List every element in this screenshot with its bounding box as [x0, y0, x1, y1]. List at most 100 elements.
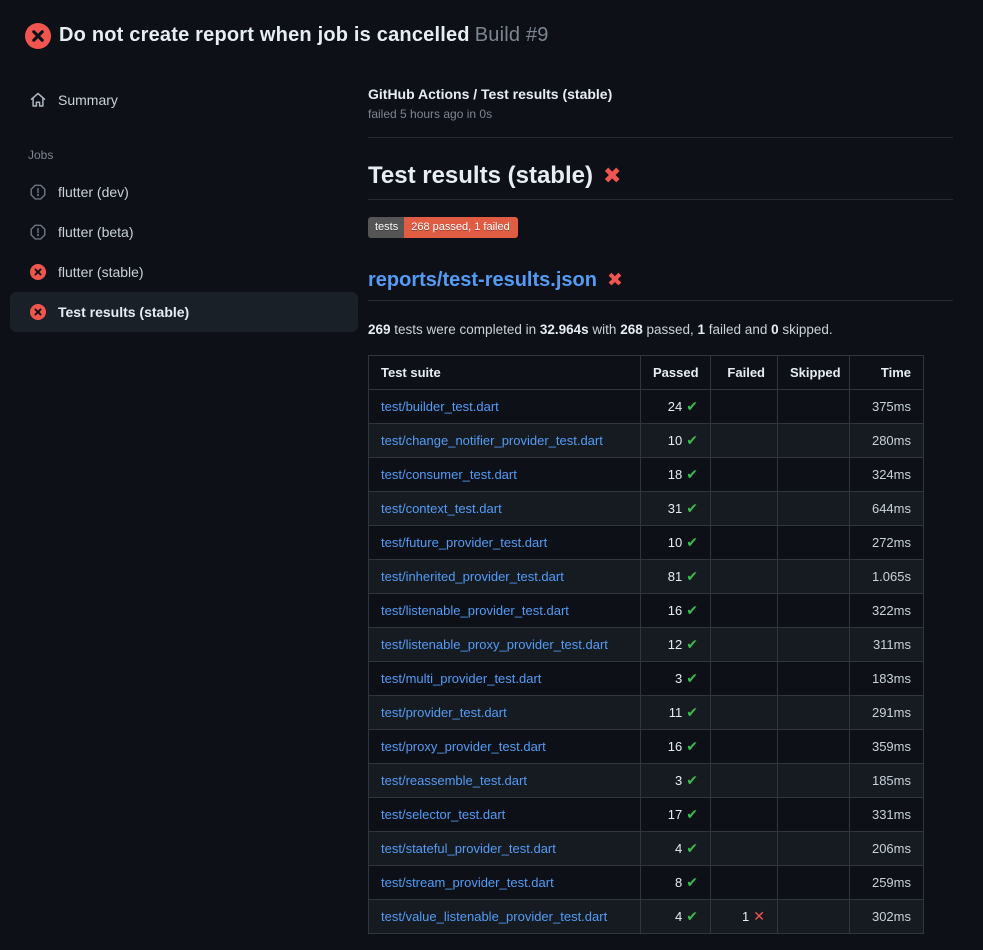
skipped-cell	[778, 866, 850, 900]
check-icon: ✔	[686, 602, 698, 618]
test-results-table: Test suite Passed Failed Skipped Time te…	[368, 355, 924, 934]
suite-link[interactable]: test/consumer_test.dart	[381, 467, 517, 482]
passed-cell: 17✔	[641, 798, 711, 832]
passed-cell: 3✔	[641, 764, 711, 798]
passed-cell: 4✔	[641, 900, 711, 934]
suite-cell: test/builder_test.dart	[369, 390, 641, 424]
failed-count: 1	[698, 322, 706, 337]
sidebar-item-flutter-dev[interactable]: flutter (dev)	[10, 172, 358, 212]
check-icon: ✔	[686, 568, 698, 584]
check-icon: ✔	[686, 704, 698, 720]
suite-link[interactable]: test/change_notifier_provider_test.dart	[381, 433, 603, 448]
sidebar-item-test-results-stable[interactable]: Test results (stable)	[10, 292, 358, 332]
tests-badge[interactable]: tests 268 passed, 1 failed	[368, 217, 518, 238]
time-cell: 331ms	[850, 798, 924, 832]
failed-cell	[711, 832, 778, 866]
suite-link[interactable]: test/multi_provider_test.dart	[381, 671, 541, 686]
sidebar-item-flutter-stable[interactable]: flutter (stable)	[10, 252, 358, 292]
passed-cell: 24✔	[641, 390, 711, 424]
sidebar-item-label: Test results (stable)	[58, 304, 189, 320]
table-row: test/provider_test.dart 11✔ 291ms	[369, 696, 924, 730]
table-row: test/inherited_provider_test.dart 81✔ 1.06…	[369, 560, 924, 594]
badge-value: 268 passed, 1 failed	[404, 217, 517, 238]
passed-cell: 16✔	[641, 730, 711, 764]
table-row: test/reassemble_test.dart 3✔ 185ms	[369, 764, 924, 798]
stop-octagon-icon	[30, 224, 46, 240]
passed-cell: 11✔	[641, 696, 711, 730]
suite-cell: test/selector_test.dart	[369, 798, 641, 832]
suite-link[interactable]: test/listenable_provider_test.dart	[381, 603, 569, 618]
time-cell: 206ms	[850, 832, 924, 866]
sidebar-item-label: Summary	[58, 92, 118, 108]
passed-cell: 81✔	[641, 560, 711, 594]
passed-cell: 10✔	[641, 424, 711, 458]
failed-cell	[711, 730, 778, 764]
passed-cell: 4✔	[641, 832, 711, 866]
suite-link[interactable]: test/builder_test.dart	[381, 399, 499, 414]
table-row: test/value_listenable_provider_test.dart…	[369, 900, 924, 934]
suite-link[interactable]: test/future_provider_test.dart	[381, 535, 547, 550]
check-icon: ✔	[686, 636, 698, 652]
job-breadcrumb: GitHub Actions / Test results (stable)	[368, 86, 953, 102]
suite-cell: test/stream_provider_test.dart	[369, 866, 641, 900]
failed-cell	[711, 560, 778, 594]
time-cell: 291ms	[850, 696, 924, 730]
suite-link[interactable]: test/context_test.dart	[381, 501, 502, 516]
x-circle-icon	[30, 304, 46, 320]
suite-link[interactable]: test/listenable_proxy_provider_test.dart	[381, 637, 608, 652]
suite-cell: test/listenable_proxy_provider_test.dart	[369, 628, 641, 662]
suite-cell: test/future_provider_test.dart	[369, 526, 641, 560]
failed-cell	[711, 492, 778, 526]
passed-cell: 8✔	[641, 866, 711, 900]
col-header-skipped: Skipped	[778, 356, 850, 390]
table-row: test/context_test.dart31✔644ms	[369, 492, 924, 526]
skipped-cell	[778, 832, 850, 866]
passed-count: 268	[620, 322, 643, 337]
suite-cell: test/stateful_provider_test.dart	[369, 832, 641, 866]
time-cell: 322ms	[850, 594, 924, 628]
x-circle-icon	[25, 23, 51, 49]
time-cell: 280ms	[850, 424, 924, 458]
passed-cell: 18✔	[641, 458, 711, 492]
failed-cell	[711, 764, 778, 798]
report-link[interactable]: reports/test-results.json	[368, 269, 597, 292]
sidebar-item-summary[interactable]: Summary	[10, 80, 358, 120]
sidebar-item-label: flutter (dev)	[58, 184, 129, 200]
suite-cell: test/multi_provider_test.dart	[369, 662, 641, 696]
suite-link[interactable]: test/inherited_provider_test.dart	[381, 569, 564, 584]
suite-link[interactable]: test/reassemble_test.dart	[381, 773, 527, 788]
time-cell: 183ms	[850, 662, 924, 696]
suite-cell: test/proxy_provider_test.dart	[369, 730, 641, 764]
suite-link[interactable]: test/stream_provider_test.dart	[381, 875, 554, 890]
sidebar-item-flutter-beta[interactable]: flutter (beta)	[10, 212, 358, 252]
table-row: test/stream_provider_test.dart 8✔ 259ms	[369, 866, 924, 900]
skipped-cell	[778, 798, 850, 832]
check-icon: ✔	[686, 670, 698, 686]
check-icon: ✔	[686, 874, 698, 890]
suite-link[interactable]: test/value_listenable_provider_test.dart	[381, 909, 607, 924]
col-header-test-suite: Test suite	[369, 356, 641, 390]
suite-link[interactable]: test/selector_test.dart	[381, 807, 505, 822]
page-header: Do not create report when job is cancell…	[0, 0, 983, 56]
table-row: test/builder_test.dart24✔375ms	[369, 390, 924, 424]
suite-link[interactable]: test/provider_test.dart	[381, 705, 507, 720]
suite-link[interactable]: test/proxy_provider_test.dart	[381, 739, 546, 754]
suite-link[interactable]: test/stateful_provider_test.dart	[381, 841, 556, 856]
suite-cell: test/reassemble_test.dart	[369, 764, 641, 798]
time-cell: 324ms	[850, 458, 924, 492]
time-cell: 185ms	[850, 764, 924, 798]
time-cell: 1.065s	[850, 560, 924, 594]
check-icon: ✔	[686, 840, 698, 856]
table-row: test/selector_test.dart 17✔ 331ms	[369, 798, 924, 832]
job-status-line: failed 5 hours ago in 0s	[368, 107, 953, 121]
failed-cell	[711, 594, 778, 628]
passed-cell: 12✔	[641, 628, 711, 662]
table-row: test/listenable_provider_test.dart16✔322…	[369, 594, 924, 628]
badge-label: tests	[368, 217, 404, 238]
sidebar: Summary Jobs flutter (dev) flut	[0, 56, 368, 332]
x-circle-icon	[30, 264, 46, 280]
time-cell: 259ms	[850, 866, 924, 900]
skipped-cell	[778, 900, 850, 934]
check-icon: ✔	[686, 738, 698, 754]
time-cell: 644ms	[850, 492, 924, 526]
